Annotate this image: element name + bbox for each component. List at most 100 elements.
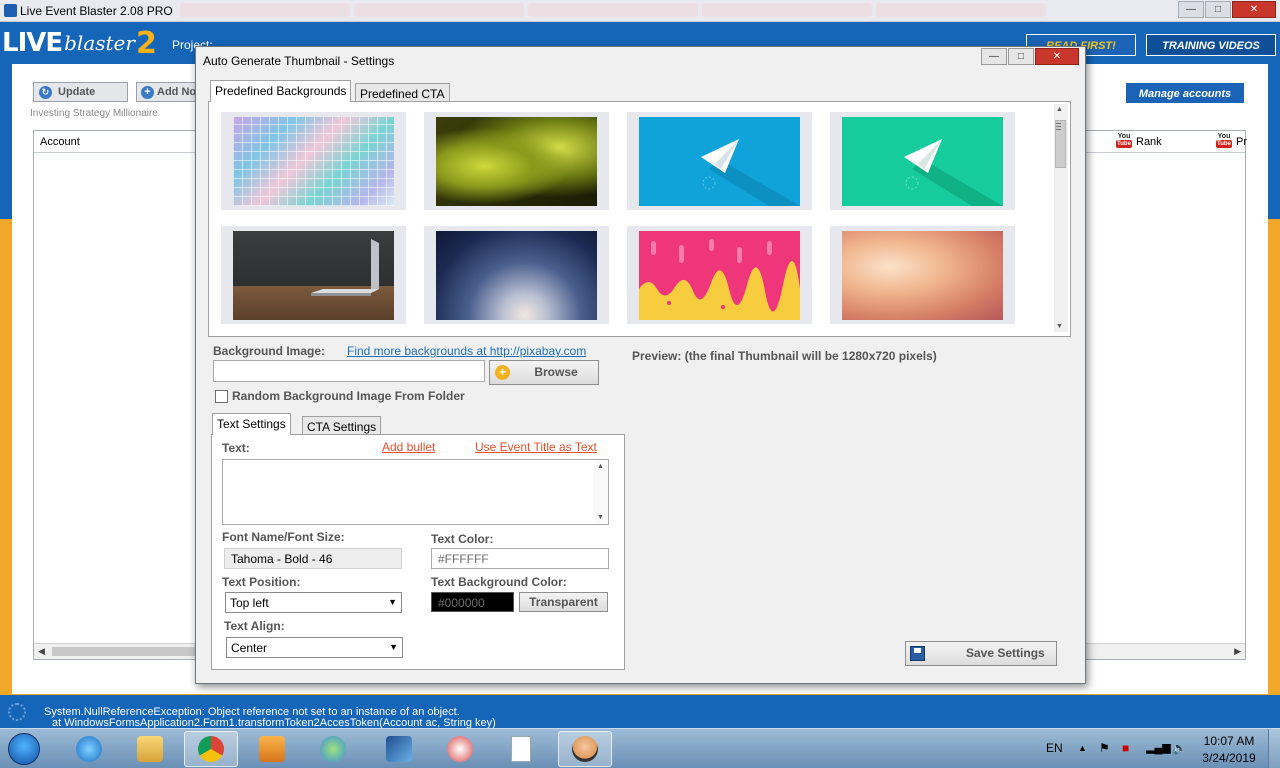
text-color-field[interactable]: #FFFFFF <box>431 548 609 569</box>
column-pr[interactable]: Pr <box>1236 136 1247 148</box>
pixabay-link[interactable]: Find more backgrounds at http://pixabay.… <box>347 344 586 358</box>
status-bar: System.NullReferenceException: Object re… <box>0 695 1280 728</box>
scroll-grip-icon <box>1056 123 1061 124</box>
text-align-label: Text Align: <box>224 619 285 633</box>
chevron-up-icon[interactable]: ▲ <box>1078 743 1087 753</box>
signal-icon[interactable]: ▂▄▆ <box>1146 741 1171 754</box>
minimize-button[interactable]: — <box>1178 1 1204 18</box>
background-thumbnail[interactable] <box>627 226 812 324</box>
text-align-value: Center <box>231 641 268 655</box>
text-color-label: Text Color: <box>431 532 494 546</box>
browse-button-label: Browse <box>534 365 578 379</box>
transparent-button[interactable]: Transparent <box>519 592 608 612</box>
pink-yellow-drip-background <box>639 231 800 320</box>
update-button-label: Update <box>58 86 96 98</box>
group-label: Investing Strategy Millionaire <box>30 108 158 119</box>
language-indicator[interactable]: EN <box>1046 741 1063 755</box>
text-align-select[interactable]: Center ▼ <box>226 637 403 658</box>
tab-predefined-backgrounds[interactable]: Predefined Backgrounds <box>210 80 352 102</box>
update-button[interactable]: ↻ Update <box>33 82 128 102</box>
refresh-icon: ↻ <box>39 86 52 99</box>
brand-logo: LIVE blaster 2 <box>2 24 157 62</box>
textarea-scrollbar[interactable]: ▲ ▼ <box>593 460 608 524</box>
scroll-down-icon[interactable]: ▼ <box>597 514 604 521</box>
start-button[interactable] <box>4 731 44 767</box>
dialog-minimize-button[interactable]: — <box>981 48 1007 65</box>
snipping-tool-icon <box>447 736 473 762</box>
background-image-input[interactable] <box>213 360 485 382</box>
tab-text-settings[interactable]: Text Settings <box>212 413 291 435</box>
add-button-label: Add No <box>157 86 196 98</box>
taskbar-document[interactable] <box>494 731 548 767</box>
dialog-close-button[interactable]: ✕ <box>1035 48 1079 65</box>
green-paper-plane-background <box>842 117 1003 206</box>
dialog-title: Auto Generate Thumbnail - Settings <box>203 54 395 68</box>
training-videos-button[interactable]: TRAINING VIDEOS <box>1146 34 1276 56</box>
loading-icon <box>8 703 26 721</box>
taskbar-internet-explorer[interactable] <box>62 731 116 767</box>
background-thumbnail[interactable] <box>424 226 609 324</box>
column-rank[interactable]: Rank <box>1136 136 1162 148</box>
background-thumbnail[interactable] <box>627 112 812 210</box>
flag-icon[interactable]: ⚑ <box>1099 741 1110 755</box>
show-desktop-button[interactable] <box>1268 729 1280 768</box>
alert-icon[interactable]: ■ <box>1122 741 1129 755</box>
text-bg-color-field[interactable]: #000000 <box>431 592 514 612</box>
taskbar-live-event-blaster[interactable] <box>558 731 612 767</box>
close-button[interactable]: ✕ <box>1232 1 1276 18</box>
taskbar-file-explorer[interactable] <box>123 731 177 767</box>
taskbar-network-tool[interactable] <box>372 731 426 767</box>
tab-cta-settings[interactable]: CTA Settings <box>302 416 382 435</box>
add-bullet-link[interactable]: Add bullet <box>382 440 435 454</box>
backgrounds-vertical-scrollbar[interactable]: ▲ ▼ <box>1054 104 1068 332</box>
background-thumbnail[interactable] <box>830 226 1015 324</box>
background-thumbnail[interactable] <box>424 112 609 210</box>
scroll-right-icon[interactable]: ▶ <box>1234 646 1241 657</box>
text-position-select[interactable]: Top left ▼ <box>225 592 402 613</box>
brand-live: LIVE <box>2 28 63 58</box>
clock-time[interactable]: 10:07 AM <box>1196 734 1262 748</box>
taskbar-snipping-tool[interactable] <box>433 731 487 767</box>
dialog-titlebar[interactable]: Auto Generate Thumbnail - Settings — □ ✕ <box>196 47 1085 73</box>
column-account[interactable]: Account <box>40 136 80 148</box>
peach-blur-background <box>842 231 1003 320</box>
text-settings-panel: Text: Add bullet Use Event Title as Text… <box>211 434 625 670</box>
tab-predefined-cta[interactable]: Predefined CTA <box>355 83 450 102</box>
background-thumbnail[interactable] <box>830 112 1015 210</box>
random-background-label: Random Background Image From Folder <box>232 389 465 403</box>
maximize-button[interactable]: □ <box>1205 1 1231 18</box>
dark-blue-bokeh-background <box>436 231 597 320</box>
manage-accounts-button[interactable]: Manage accounts <box>1125 82 1245 104</box>
chevron-down-icon: ▼ <box>388 597 397 607</box>
font-field[interactable]: Tahoma - Bold - 46 <box>224 548 402 569</box>
blue-paper-plane-background <box>639 117 800 206</box>
scroll-thumb[interactable] <box>1055 120 1066 168</box>
blank-document-icon <box>511 736 531 762</box>
messenger-icon <box>320 736 346 762</box>
speaker-icon[interactable]: 🔈 <box>1172 741 1187 755</box>
add-account-button[interactable]: + Add No <box>136 82 196 102</box>
background-thumbnail[interactable] <box>221 226 406 324</box>
live-event-blaster-icon <box>572 736 598 762</box>
use-event-title-link[interactable]: Use Event Title as Text <box>475 440 597 454</box>
text-textarea[interactable]: ▲ ▼ <box>222 459 609 525</box>
browse-button[interactable]: + Browse <box>489 360 599 385</box>
clock-date[interactable]: 3/24/2019 <box>1196 751 1262 765</box>
status-stack-line: at WindowsFormsApplication2.Form1.transf… <box>52 718 496 728</box>
dialog-maximize-button[interactable]: □ <box>1008 48 1034 65</box>
background-image-label: Background Image: <box>213 344 326 358</box>
scroll-up-icon[interactable]: ▲ <box>597 463 604 470</box>
random-background-checkbox[interactable] <box>215 390 228 403</box>
taskbar-chrome[interactable] <box>184 731 238 767</box>
backgrounds-panel: ▲ ▼ <box>208 101 1071 337</box>
scroll-down-icon[interactable]: ▼ <box>1056 323 1063 330</box>
background-thumbnail[interactable] <box>221 112 406 210</box>
save-settings-button[interactable]: Save Settings <box>905 641 1057 666</box>
floppy-disk-icon <box>910 646 925 661</box>
status-error-line: System.NullReferenceException: Object re… <box>44 706 460 718</box>
taskbar-media-player[interactable] <box>245 731 299 767</box>
dialog-window-controls: — □ ✕ <box>981 48 1079 65</box>
scroll-left-icon[interactable]: ◀ <box>38 646 45 657</box>
scroll-up-icon[interactable]: ▲ <box>1056 106 1063 113</box>
taskbar-messenger[interactable] <box>306 731 360 767</box>
